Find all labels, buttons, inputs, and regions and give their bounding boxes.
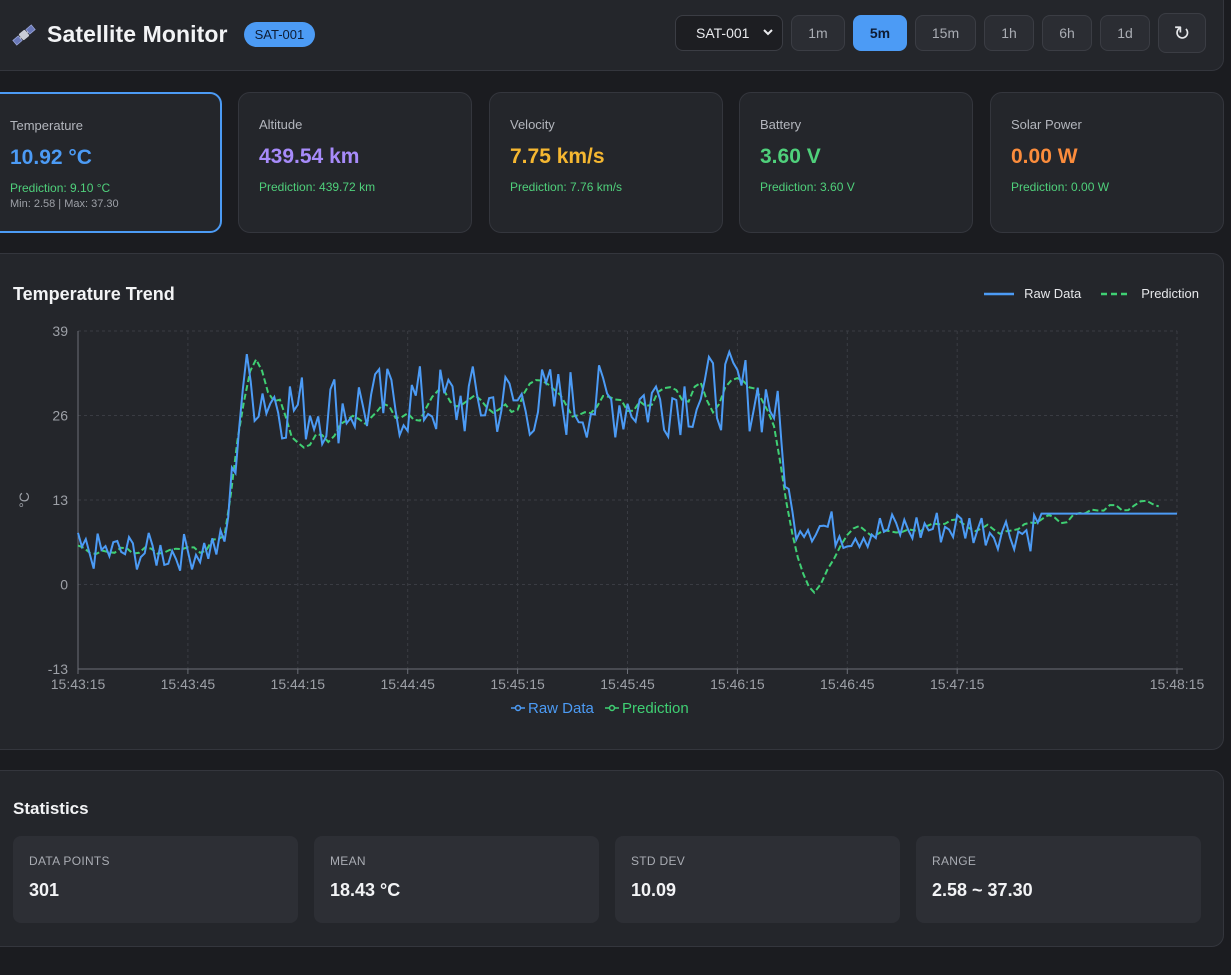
y-tick-label: 0 (60, 577, 68, 593)
stat-value: 2.58 ~ 37.30 (932, 880, 1033, 900)
y-axis-label: °C (16, 492, 32, 508)
x-tick-label: 15:43:45 (161, 676, 216, 692)
app-title: Satellite Monitor (47, 21, 228, 47)
metric-prediction: Prediction: 7.76 km/s (510, 180, 623, 194)
x-tick-label: 15:45:15 (490, 676, 545, 692)
metric-prediction: Prediction: 0.00 W (1011, 180, 1110, 194)
stat-card-data-points: DATA POINTS 301 (13, 836, 298, 923)
x-tick-label: 15:47:15 (930, 676, 985, 692)
metric-label: Temperature (10, 118, 83, 133)
metric-card-battery[interactable]: Battery 3.60 V Prediction: 3.60 V (739, 92, 973, 233)
chart-panel: Temperature Trend Raw Data Prediction 39… (0, 253, 1224, 750)
stat-label: DATA POINTS (29, 854, 110, 868)
y-tick-label: -13 (48, 661, 68, 677)
metric-minmax: Min: 2.58 | Max: 37.30 (10, 198, 119, 210)
stat-value: 10.09 (631, 880, 677, 900)
metric-value: 7.75 km/s (510, 145, 605, 168)
metric-prediction: Prediction: 439.72 km (259, 180, 376, 194)
satellite-select[interactable]: SAT-001 (675, 15, 783, 51)
metric-value: 10.92 °C (10, 146, 92, 169)
range-button-15m[interactable]: 15m (915, 15, 976, 51)
range-button-6h[interactable]: 6h (1042, 15, 1092, 51)
metric-value: 3.60 V (760, 145, 821, 168)
metric-card-temperature[interactable]: Temperature 10.92 °C Prediction: 9.10 °C… (0, 92, 222, 233)
metric-label: Altitude (259, 117, 303, 132)
x-tick-label: 15:45:45 (600, 676, 655, 692)
satellite-select-value: SAT-001 (696, 25, 750, 41)
stat-card-range: RANGE 2.58 ~ 37.30 (916, 836, 1201, 923)
metric-value: 0.00 W (1011, 145, 1078, 168)
bottom-legend-prediction-marker (608, 704, 616, 712)
prediction-series-line[interactable] (77, 357, 1160, 595)
refresh-button[interactable]: ↻ (1158, 13, 1206, 53)
stat-card-mean: MEAN 18.43 °C (314, 836, 599, 923)
brand: Satellite Monitor SAT-001 (11, 21, 316, 48)
metric-card-velocity[interactable]: Velocity 7.75 km/s Prediction: 7.76 km/s (489, 92, 723, 233)
statistics-panel: Statistics DATA POINTS 301 MEAN 18.43 °C… (0, 770, 1224, 947)
statistics-title: Statistics (13, 799, 89, 818)
metric-card-solar-power[interactable]: Solar Power 0.00 W Prediction: 0.00 W (990, 92, 1224, 233)
bottom-legend-raw-marker (514, 704, 522, 712)
temperature-chart[interactable]: 39 26 13 0 -1315:43:15 15:43:45 15:44:15 15:44:… (0, 254, 1225, 751)
bottom-legend-raw-label[interactable]: Raw Data (528, 700, 595, 717)
metric-card-altitude[interactable]: Altitude 439.54 km Prediction: 439.72 km (238, 92, 472, 233)
refresh-icon: ↻ (1173, 22, 1191, 45)
x-tick-label: 15:46:45 (820, 676, 875, 692)
header-controls: SAT-001 1m 5m 15m 1h 6h 1d ↻ (675, 13, 1206, 53)
x-tick-label: 15:48:15 (1150, 676, 1205, 692)
metric-label: Battery (760, 117, 802, 132)
y-tick-label: 26 (52, 408, 68, 424)
metric-prediction: Prediction: 3.60 V (760, 180, 855, 194)
range-button-5m[interactable]: 5m (853, 15, 907, 51)
y-tick-label: 13 (52, 492, 68, 508)
y-tick-label: 39 (52, 323, 68, 339)
x-tick-label: 15:44:15 (271, 676, 326, 692)
stat-label: MEAN (330, 854, 366, 868)
bottom-legend-prediction-label[interactable]: Prediction (622, 700, 689, 717)
stat-card-std-dev: STD DEV 10.09 (615, 836, 900, 923)
x-tick-label: 15:43:15 (51, 676, 106, 692)
metric-label: Solar Power (1011, 117, 1082, 132)
range-button-1d[interactable]: 1d (1100, 15, 1150, 51)
metric-prediction: Prediction: 9.10 °C (10, 181, 111, 195)
metric-label: Velocity (510, 117, 555, 132)
stat-label: STD DEV (631, 854, 686, 868)
stat-label: RANGE (932, 854, 977, 868)
satellite-badge: SAT-001 (243, 22, 316, 47)
stat-value: 301 (29, 880, 60, 900)
range-button-1m[interactable]: 1m (791, 15, 845, 51)
chevron-down-icon (763, 29, 773, 36)
range-button-1h[interactable]: 1h (984, 15, 1034, 51)
x-tick-label: 15:44:45 (380, 676, 435, 692)
stat-value: 18.43 °C (330, 880, 401, 900)
header-bar: Satellite Monitor SAT-001 SAT-001 1m 5m … (0, 0, 1224, 71)
x-tick-label: 15:46:15 (710, 676, 765, 692)
metric-value: 439.54 km (259, 145, 360, 168)
satellite-icon (12, 23, 36, 46)
